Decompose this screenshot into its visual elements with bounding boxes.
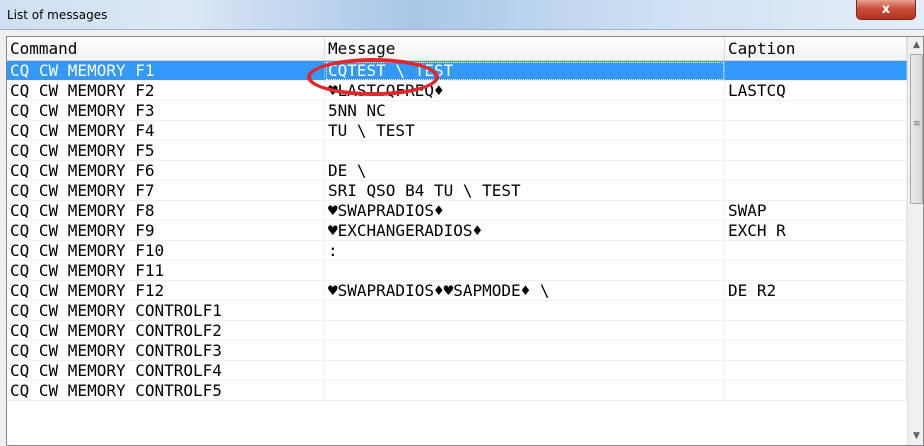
table-row[interactable]: CQ CW MEMORY F9 ♥EXCHANGERADIOS♦ EXCH R xyxy=(7,221,907,241)
cell-message xyxy=(325,141,725,161)
cell-message: CQTEST \ TEST xyxy=(325,61,725,81)
cell-caption xyxy=(725,121,907,141)
cell-command: CQ CW MEMORY F12 xyxy=(7,281,325,301)
table-row[interactable]: CQ CW MEMORY F7 SRI QSO B4 TU \ TEST xyxy=(7,181,907,201)
messages-list[interactable]: Command Message Caption CQ CW MEMORY F1 C… xyxy=(6,36,924,446)
cell-caption xyxy=(725,61,907,81)
table-row[interactable]: CQ CW MEMORY F2 ♥LASTCQFREQ♦ LASTCQ xyxy=(7,81,907,101)
cell-caption xyxy=(725,301,907,321)
table-row[interactable]: CQ CW MEMORY CONTROLF2 xyxy=(7,321,907,341)
cell-caption: EXCH R xyxy=(725,221,907,241)
cell-command: CQ CW MEMORY F11 xyxy=(7,261,325,281)
table-row[interactable]: CQ CW MEMORY CONTROLF1 xyxy=(7,301,907,321)
table-row[interactable]: CQ CW MEMORY F1 CQTEST \ TEST xyxy=(7,61,907,81)
cell-command: CQ CW MEMORY F9 xyxy=(7,221,325,241)
cell-command: CQ CW MEMORY F5 xyxy=(7,141,325,161)
cell-message: ♥SWAPRADIOS♦♥SAPMODE♦ \ xyxy=(325,281,725,301)
cell-message xyxy=(325,361,725,381)
table-row[interactable]: CQ CW MEMORY F11 xyxy=(7,261,907,281)
cell-message xyxy=(325,341,725,361)
cell-command: CQ CW MEMORY F10 xyxy=(7,241,325,261)
cell-message: SRI QSO B4 TU \ TEST xyxy=(325,181,725,201)
grip-icon: ≡ xyxy=(913,119,921,129)
table-row[interactable]: CQ CW MEMORY F12 ♥SWAPRADIOS♦♥SAPMODE♦ \ D… xyxy=(7,281,907,301)
cell-caption: DE R2 xyxy=(725,281,907,301)
cell-message: ♥SWAPRADIOS♦ xyxy=(325,201,725,221)
cell-caption: SWAP xyxy=(725,201,907,221)
vertical-scrollbar[interactable]: ▲ ≡ ▼ xyxy=(907,37,923,445)
cell-message: 5NN NC xyxy=(325,101,725,121)
cell-message xyxy=(325,381,725,401)
title-bar[interactable]: List of messages x xyxy=(0,0,924,30)
cell-command: CQ CW MEMORY CONTROLF4 xyxy=(7,361,325,381)
table-row[interactable]: CQ CW MEMORY F6 DE \ xyxy=(7,161,907,181)
cell-command: CQ CW MEMORY CONTROLF3 xyxy=(7,341,325,361)
cell-command: CQ CW MEMORY F7 xyxy=(7,181,325,201)
cell-command: CQ CW MEMORY CONTROLF5 xyxy=(7,381,325,401)
close-button[interactable]: x xyxy=(856,0,916,20)
cell-message: ♥LASTCQFREQ♦ xyxy=(325,81,725,101)
cell-message: ♥EXCHANGERADIOS♦ xyxy=(325,221,725,241)
cell-command: CQ CW MEMORY F8 xyxy=(7,201,325,221)
cell-caption xyxy=(725,341,907,361)
cell-message xyxy=(325,321,725,341)
list-header: Command Message Caption xyxy=(7,37,907,61)
column-header-message[interactable]: Message xyxy=(325,37,725,61)
scroll-down-arrow-icon[interactable]: ▼ xyxy=(908,428,923,445)
cell-message: : xyxy=(325,241,725,261)
cell-command: CQ CW MEMORY F6 xyxy=(7,161,325,181)
cell-command: CQ CW MEMORY F4 xyxy=(7,121,325,141)
scrollbar-thumb[interactable]: ≡ xyxy=(910,54,923,204)
cell-caption xyxy=(725,101,907,121)
table-row[interactable]: CQ CW MEMORY F4 TU \ TEST xyxy=(7,121,907,141)
cell-message: DE \ xyxy=(325,161,725,181)
table-row[interactable]: CQ CW MEMORY CONTROLF5 xyxy=(7,381,907,401)
scroll-up-arrow-icon[interactable]: ▲ xyxy=(908,37,923,54)
column-header-caption[interactable]: Caption xyxy=(725,37,907,61)
cell-command: CQ CW MEMORY CONTROLF1 xyxy=(7,301,325,321)
cell-command: CQ CW MEMORY F3 xyxy=(7,101,325,121)
column-header-command[interactable]: Command xyxy=(7,37,325,61)
cell-caption xyxy=(725,161,907,181)
cell-caption: LASTCQ xyxy=(725,81,907,101)
table-row[interactable]: CQ CW MEMORY CONTROLF4 xyxy=(7,361,907,381)
cell-caption xyxy=(725,381,907,401)
cell-caption xyxy=(725,321,907,341)
cell-caption xyxy=(725,241,907,261)
cell-caption xyxy=(725,141,907,161)
cell-command: CQ CW MEMORY CONTROLF2 xyxy=(7,321,325,341)
table-row[interactable]: CQ CW MEMORY F5 xyxy=(7,141,907,161)
messages-window: List of messages x Command Message Capti… xyxy=(0,0,924,446)
table-row[interactable]: CQ CW MEMORY F10: xyxy=(7,241,907,261)
table-row[interactable]: CQ CW MEMORY CONTROLF3 xyxy=(7,341,907,361)
cell-caption xyxy=(725,261,907,281)
cell-command: CQ CW MEMORY F1 xyxy=(7,61,325,81)
cell-message xyxy=(325,261,725,281)
table-row[interactable]: CQ CW MEMORY F3 5NN NC xyxy=(7,101,907,121)
cell-message xyxy=(325,301,725,321)
cell-caption xyxy=(725,361,907,381)
cell-message: TU \ TEST xyxy=(325,121,725,141)
cell-caption xyxy=(725,181,907,201)
cell-command: CQ CW MEMORY F2 xyxy=(7,81,325,101)
table-row[interactable]: CQ CW MEMORY F8 ♥SWAPRADIOS♦ SWAP xyxy=(7,201,907,221)
window-title: List of messages xyxy=(7,8,108,22)
